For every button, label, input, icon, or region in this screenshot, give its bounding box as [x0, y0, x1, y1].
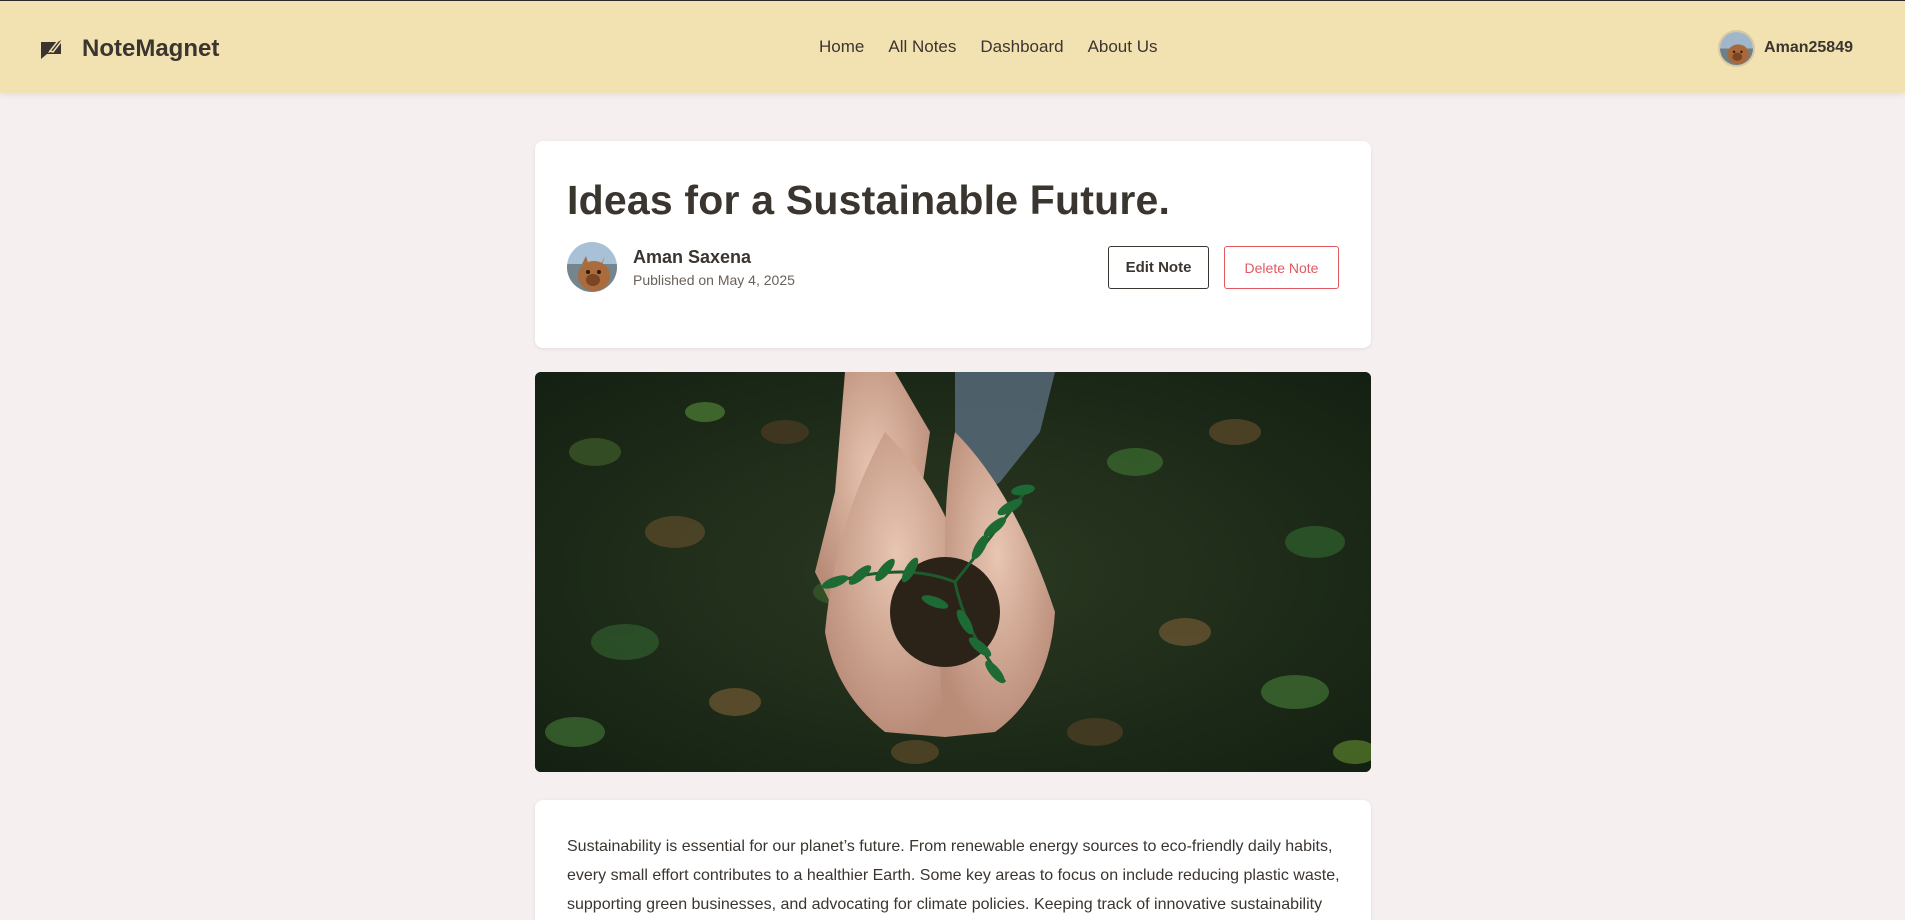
top-navbar: NoteMagnet Home All Notes Dashboard Abou…	[0, 0, 1905, 93]
nav-about-us[interactable]: About Us	[1088, 37, 1158, 57]
author-info: Aman Saxena Published on May 4, 2025	[567, 242, 795, 292]
nav-dashboard[interactable]: Dashboard	[980, 37, 1063, 57]
author-avatar	[567, 242, 617, 292]
edit-note-button[interactable]: Edit Note	[1108, 246, 1209, 289]
author-meta: Aman Saxena Published on May 4, 2025	[633, 247, 795, 288]
nav-all-notes[interactable]: All Notes	[888, 37, 956, 57]
note-content: Sustainability is essential for our plan…	[567, 838, 1340, 913]
note-header-card: Ideas for a Sustainable Future. Aman Sax…	[535, 141, 1371, 348]
hands-holding-plant-image	[535, 372, 1371, 772]
user-avatar	[1718, 29, 1756, 67]
publish-date: Published on May 4, 2025	[633, 271, 795, 288]
user-menu[interactable]: Aman25849	[1718, 28, 1853, 68]
delete-note-button[interactable]: Delete Note	[1224, 246, 1339, 289]
note-content-card: Sustainability is essential for our plan…	[535, 800, 1371, 920]
main-nav: Home All Notes Dashboard About Us	[819, 37, 1158, 57]
brand-logo-link[interactable]: NoteMagnet	[38, 33, 219, 65]
note-title: Ideas for a Sustainable Future.	[567, 177, 1171, 223]
author-name: Aman Saxena	[633, 246, 752, 267]
nav-home[interactable]: Home	[819, 37, 864, 57]
username: Aman25849	[1764, 39, 1853, 56]
megaphone-icon	[41, 37, 65, 59]
note-cover-image	[535, 372, 1371, 772]
brand-name: NoteMagnet	[82, 35, 220, 62]
